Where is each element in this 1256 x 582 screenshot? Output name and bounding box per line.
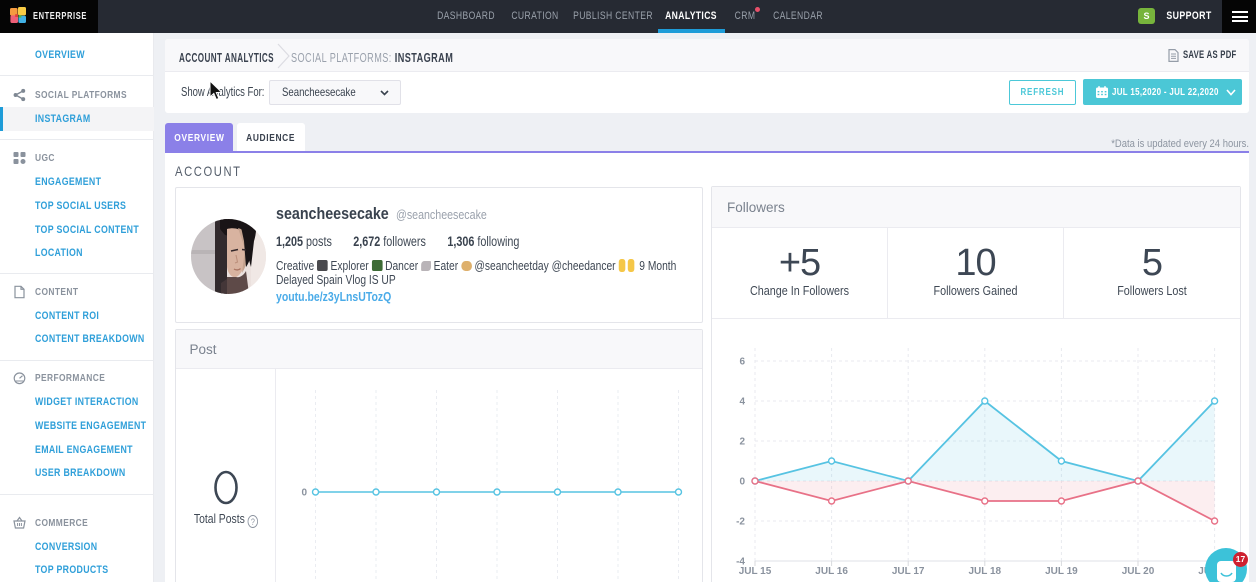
svg-text:JUL 15: JUL 15: [739, 566, 772, 577]
svg-text:0: 0: [739, 477, 745, 488]
svg-text:JUL 16: JUL 16: [815, 566, 848, 577]
svg-text:JUL 17: JUL 17: [892, 566, 925, 577]
svg-text:JUL 20: JUL 20: [1122, 566, 1155, 577]
svg-text:0: 0: [301, 488, 307, 499]
svg-text:JUL 19: JUL 19: [1045, 566, 1078, 577]
svg-text:-2: -2: [736, 517, 745, 528]
svg-text:2: 2: [739, 437, 745, 448]
svg-text:JUL 18: JUL 18: [968, 566, 1001, 577]
svg-text:6: 6: [739, 357, 745, 368]
svg-text:4: 4: [739, 397, 745, 408]
